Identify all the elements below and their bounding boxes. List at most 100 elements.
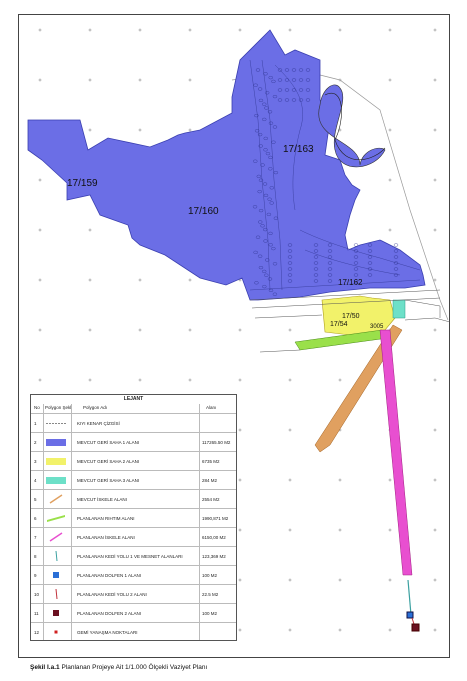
grid-cross xyxy=(238,378,242,382)
legend-row-number: 6 xyxy=(34,515,37,521)
parcel-label-17-54: 17/54 xyxy=(330,321,348,328)
legend-symbol-icon xyxy=(45,471,67,489)
legend-row-name: MEVCUT GERİ SAHA 1 ALANI xyxy=(77,439,140,445)
grid-cross xyxy=(288,578,292,582)
grid-cross xyxy=(188,278,192,282)
grid-cross xyxy=(38,328,42,332)
legend-symbol-icon xyxy=(45,547,67,565)
legend-row-name: MEVCUT GERİ SAHA 3 ALANI xyxy=(77,477,140,483)
catwalk-2 xyxy=(411,617,415,625)
grid-cross xyxy=(288,428,292,432)
grid-cross xyxy=(338,628,342,632)
grid-cross xyxy=(138,378,142,382)
grid-cross xyxy=(188,328,192,332)
caption-text: Planlanan Projeye Ait 1/1.000 Ölçekli Va… xyxy=(61,664,208,671)
grid-cross xyxy=(288,528,292,532)
grid-cross xyxy=(88,78,92,82)
grid-cross xyxy=(338,478,342,482)
legend-row-area: 100 M2 xyxy=(202,610,218,616)
grid-cross xyxy=(433,178,437,182)
legend-row-name: KIYI KENAR ÇİZGİSİ xyxy=(77,420,120,426)
legend-row-name: PLANLANAN DOLFEN 1 ALANI xyxy=(77,572,142,578)
grid-cross xyxy=(238,328,242,332)
legend-row-name: MEVCUT İSKELE ALANI xyxy=(77,496,127,502)
grid-cross xyxy=(388,128,392,132)
legend-row-name: PLANLANAN DOLFEN 2 ALANI xyxy=(77,610,142,616)
grid-cross xyxy=(188,28,192,32)
legend-row-name: PLANLANAN RIHTIM ALANI xyxy=(77,515,135,521)
harbor-channel xyxy=(318,84,386,168)
grid-cross xyxy=(433,78,437,82)
grid-cross xyxy=(238,428,242,432)
legend-row-name: PLANLANAN KEDİ YOLU 1 VE MESNET ALANLARI xyxy=(77,553,183,559)
grid-cross xyxy=(88,378,92,382)
legend-row-name: MEVCUT GERİ SAHA 2 ALANI xyxy=(77,458,140,464)
legend: LEJANT No Polygon Şekli Polygon Adı Alan… xyxy=(30,394,237,641)
legend-header-name: Polygon Adı xyxy=(83,405,108,410)
legend-row-number: 3 xyxy=(34,458,37,464)
legend-row-area: 123,369 M2 xyxy=(202,553,226,559)
grid-cross xyxy=(38,78,42,82)
grid-cross xyxy=(188,78,192,82)
grid-cross xyxy=(38,178,42,182)
vegetation-blob xyxy=(393,243,399,247)
grid-cross xyxy=(88,228,92,232)
grid-cross xyxy=(288,28,292,32)
grid-cross xyxy=(88,128,92,132)
grid-cross xyxy=(433,528,437,532)
legend-header-no: No xyxy=(34,405,40,410)
legend-symbol-icon xyxy=(45,452,67,470)
grid-cross xyxy=(138,78,142,82)
legend-row-area: 1990,871 M2 xyxy=(202,515,229,521)
legend-row: 9 PLANLANAN DOLFEN 1 ALANI 100 M2 xyxy=(31,565,236,584)
legend-row: 10 PLANLANAN KEDİ YOLU 2 ALANI 22.5 M2 xyxy=(31,584,236,603)
caption-label: Şekil I.a.1 xyxy=(30,664,60,671)
legend-header-area: Alanı xyxy=(206,405,217,410)
legend-row-number: 9 xyxy=(34,572,37,578)
grid-cross xyxy=(338,528,342,532)
legend-row: 5 MEVCUT İSKELE ALANI 2554 M2 xyxy=(31,489,236,508)
grid-cross xyxy=(38,28,42,32)
legend-row-area: 2554 M2 xyxy=(202,496,220,502)
grid-cross xyxy=(388,628,392,632)
dolphin-2 xyxy=(411,623,420,632)
legend-row-name: GEMİ YANAŞMA NOKTALARI xyxy=(77,629,138,635)
legend-row-number: 8 xyxy=(34,553,37,559)
legend-row: 3 MEVCUT GERİ SAHA 2 ALANI 6735 M2 xyxy=(31,451,236,470)
legend-row-area: 100 M2 xyxy=(202,572,218,578)
legend-row: 2 MEVCUT GERİ SAHA 1 ALANI 117265.50 M2 xyxy=(31,432,236,451)
legend-row-number: 10 xyxy=(34,591,40,597)
grid-cross xyxy=(88,28,92,32)
legend-symbol-icon xyxy=(45,433,67,451)
legend-row-area: 6735 M2 xyxy=(202,458,220,464)
grid-cross xyxy=(388,178,392,182)
grid-cross xyxy=(88,278,92,282)
legend-row-name: PLANLANAN KEDİ YOLU 2 ALANI xyxy=(77,591,147,597)
legend-row-number: 2 xyxy=(34,439,37,445)
grid-cross xyxy=(288,378,292,382)
grid-cross xyxy=(238,578,242,582)
grid-cross xyxy=(338,378,342,382)
legend-title: LEJANT xyxy=(123,396,144,402)
grid-cross xyxy=(38,228,42,232)
parcel-label-17-163: 17/163 xyxy=(283,144,314,155)
legend-symbol-icon xyxy=(45,585,67,603)
parcel-label-3005: 3005 xyxy=(370,324,384,330)
grid-cross xyxy=(388,78,392,82)
grid-cross xyxy=(238,628,242,632)
legend-row: 6 PLANLANAN RIHTIM ALANI 1990,871 M2 xyxy=(31,508,236,527)
grid-cross xyxy=(433,228,437,232)
legend-row: 4 MEVCUT GERİ SAHA 3 ALANI 284 M2 xyxy=(31,470,236,489)
grid-cross xyxy=(238,528,242,532)
figure-caption: Şekil I.a.1 Planlanan Projeye Ait 1/1.00… xyxy=(30,664,207,671)
legend-symbol-icon xyxy=(45,490,67,508)
grid-cross xyxy=(433,478,437,482)
legend-row-number: 7 xyxy=(34,534,37,540)
parcel-label-17-50: 17/50 xyxy=(342,313,360,320)
grid-cross xyxy=(188,378,192,382)
grid-cross xyxy=(433,578,437,582)
legend-row: 1 KIYI KENAR ÇİZGİSİ xyxy=(31,413,236,432)
grid-cross xyxy=(188,128,192,132)
legend-row: 12 GEMİ YANAŞMA NOKTALARI xyxy=(31,622,236,641)
legend-symbol-icon xyxy=(45,604,67,622)
